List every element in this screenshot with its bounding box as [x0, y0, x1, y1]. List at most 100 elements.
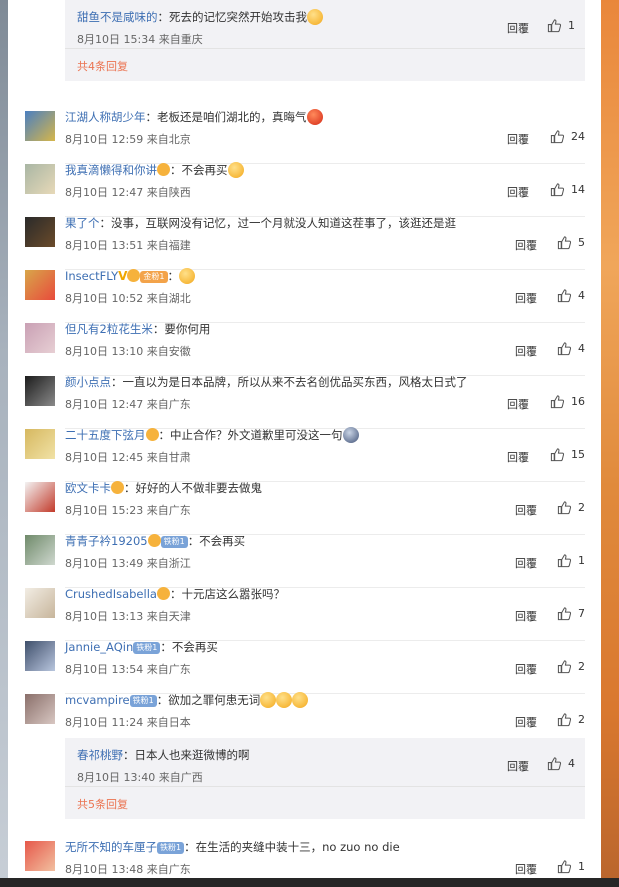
vip-crown-icon	[145, 428, 159, 441]
like-button[interactable]: 7	[557, 606, 585, 621]
nested-reply-author[interactable]: 甜鱼不是咸味的	[77, 10, 158, 24]
like-count: 4	[578, 289, 585, 302]
comment-item: 欧文卡卡 ：好好的人不做非要去做鬼 8月10日 15:23 来自广东 回覆 2	[8, 481, 601, 535]
comment-item: 青青子衿19205 铁粉1 ：不会再买 8月10日 13:49 来自浙江 回覆 1	[8, 534, 601, 588]
comment-author[interactable]: 青青子衿19205	[65, 534, 148, 548]
avatar[interactable]	[25, 323, 55, 353]
avatar[interactable]	[25, 270, 55, 300]
thumbs-up-icon	[557, 860, 572, 874]
comment-meta: 8月10日 11:24 来自日本	[65, 716, 191, 729]
like-button[interactable]: 1	[557, 553, 585, 568]
avatar[interactable]	[25, 588, 55, 618]
like-count: 7	[578, 607, 585, 620]
vip-crown-icon	[156, 587, 170, 600]
comment-meta: 8月10日 13:49 来自浙江	[65, 557, 191, 570]
comment-item: 果了个：没事，互联网没有记忆，过一个月就没人知道这茬事了，该逛还是逛 8月10日 …	[8, 216, 601, 270]
like-count: 2	[578, 501, 585, 514]
like-button[interactable]: 5	[557, 235, 585, 250]
fan-badge: 铁粉1	[157, 842, 185, 854]
reply-button[interactable]: 回覆	[507, 20, 529, 36]
comment-meta: 8月10日 15:23 来自广东	[65, 504, 191, 517]
comment-author[interactable]: CrushedIsabella	[65, 587, 157, 601]
reply-button[interactable]: 回覆	[515, 714, 537, 730]
thumbs-up-icon	[557, 554, 572, 568]
reply-button[interactable]: 回覆	[507, 449, 529, 465]
comment-text: ：要你何用	[152, 322, 211, 336]
crying-emoji-icon	[276, 692, 293, 708]
reply-button[interactable]: 回覆	[507, 396, 529, 412]
comment-author[interactable]: 果了个	[65, 216, 100, 230]
like-count: 4	[568, 757, 575, 770]
fan-badge: 铁粉1	[133, 642, 161, 654]
like-button[interactable]: 2	[557, 500, 585, 515]
like-button[interactable]: 4	[557, 288, 585, 303]
comment-meta: 8月10日 13:54 来自广东	[65, 663, 191, 676]
avatar[interactable]	[25, 217, 55, 247]
like-count: 14	[571, 183, 585, 196]
avatar[interactable]	[25, 694, 55, 724]
comment-author[interactable]: Jannie_AQin	[65, 640, 133, 654]
avatar[interactable]	[25, 482, 55, 512]
avatar[interactable]	[25, 535, 55, 565]
comment-author[interactable]: 我真滴懒得和你讲	[65, 163, 157, 177]
like-button[interactable]: 1	[557, 859, 585, 874]
comment-author[interactable]: 颜小点点	[65, 375, 111, 389]
like-button[interactable]: 24	[550, 129, 585, 144]
nested-reply-text: ：死去的记忆突然开始攻击我	[157, 10, 308, 24]
reply-button[interactable]: 回覆	[515, 661, 537, 677]
comment-meta: 8月10日 12:59 来自北京	[65, 133, 191, 146]
thumbs-up-icon	[557, 660, 572, 674]
comment-meta: 8月10日 13:48 来自广东	[65, 863, 191, 876]
comment-meta: 8月10日 13:51 来自福建	[65, 239, 191, 252]
reply-button[interactable]: 回覆	[507, 758, 529, 774]
avatar[interactable]	[25, 164, 55, 194]
angry-emoji-icon	[306, 109, 323, 125]
like-button[interactable]: 15	[550, 447, 585, 462]
like-button[interactable]: 14	[550, 182, 585, 197]
comment-author[interactable]: 无所不知的车厘子	[65, 840, 157, 854]
reply-button[interactable]: 回覆	[515, 502, 537, 518]
background-right	[601, 0, 619, 887]
comment-author[interactable]: 江湖人称胡少年	[65, 110, 146, 124]
nested-reply-author[interactable]: 春祁桃野	[77, 748, 123, 762]
reply-button[interactable]: 回覆	[515, 343, 537, 359]
reply-button[interactable]: 回覆	[515, 608, 537, 624]
vip-crown-icon	[111, 481, 124, 494]
avatar[interactable]	[25, 429, 55, 459]
shocked-emoji-icon	[342, 427, 359, 443]
comment-text: ：不会再买	[170, 163, 228, 177]
view-more-replies[interactable]: 共4条回复	[65, 49, 585, 81]
like-count: 1	[578, 554, 585, 567]
avatar[interactable]	[25, 376, 55, 406]
avatar[interactable]	[25, 641, 55, 671]
comment-author[interactable]: 二十五度下弦月	[65, 428, 146, 442]
reply-button[interactable]: 回覆	[515, 237, 537, 253]
reply-button[interactable]: 回覆	[515, 290, 537, 306]
comment-text: ：十元店这么嚣张吗？	[169, 587, 285, 601]
comment-author[interactable]: InsectFLY	[65, 269, 118, 283]
reply-button[interactable]: 回覆	[515, 555, 537, 571]
comment-author[interactable]: 但凡有2粒花生米	[65, 322, 153, 336]
nested-reply-meta: 8月10日 13:40 来自广西	[77, 771, 203, 784]
like-button[interactable]: 2	[557, 659, 585, 674]
like-button[interactable]: 16	[550, 394, 585, 409]
like-button[interactable]: 1	[547, 18, 575, 33]
like-button[interactable]: 4	[547, 756, 575, 771]
background-left	[0, 0, 8, 887]
smile-emoji-icon	[179, 268, 195, 284]
avatar[interactable]	[25, 841, 55, 871]
fan-badge: 铁粉1	[129, 695, 157, 707]
reply-button[interactable]: 回覆	[507, 131, 529, 147]
reply-button[interactable]: 回覆	[507, 184, 529, 200]
reply-button[interactable]: 回覆	[515, 861, 537, 877]
like-button[interactable]: 4	[557, 341, 585, 356]
comment-author[interactable]: mcvampire	[65, 693, 130, 707]
like-button[interactable]: 2	[557, 712, 585, 727]
view-more-replies[interactable]: 共5条回复	[65, 787, 585, 819]
avatar[interactable]	[25, 111, 55, 141]
like-count: 24	[571, 130, 585, 143]
nested-reply-text: ：日本人也来逛微博的啊	[123, 748, 250, 762]
comment-author[interactable]: 欧文卡卡	[65, 481, 111, 495]
like-count: 16	[571, 395, 585, 408]
thumbs-up-icon	[557, 713, 572, 727]
